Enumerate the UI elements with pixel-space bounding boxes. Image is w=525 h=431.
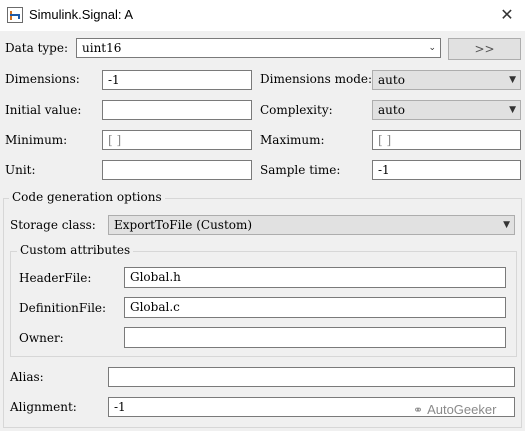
dropdown-arrow-icon: ▼ xyxy=(509,105,516,115)
dimensions-mode-label: Dimensions mode: xyxy=(260,72,373,86)
data-type-label: Data type: xyxy=(5,41,68,55)
minimum-label: Minimum: xyxy=(5,133,68,147)
alias-label: Alias: xyxy=(10,370,44,384)
window-title: Simulink.Signal: A xyxy=(29,7,134,22)
complexity-label: Complexity: xyxy=(260,103,333,117)
unit-label: Unit: xyxy=(5,163,36,177)
watermark-text: AutoGeeker xyxy=(427,402,497,417)
data-type-combobox[interactable]: uint16 ⌄ xyxy=(76,38,441,58)
alignment-label: Alignment: xyxy=(10,400,77,414)
initial-value-field[interactable] xyxy=(102,100,252,120)
unit-field[interactable] xyxy=(102,160,252,180)
owner-field[interactable] xyxy=(124,327,506,348)
simulink-icon xyxy=(7,7,23,23)
sample-time-field[interactable]: -1 xyxy=(372,160,521,180)
custom-attributes-title: Custom attributes xyxy=(17,243,134,257)
alias-field[interactable] xyxy=(108,367,515,387)
minimum-field[interactable]: [ ] xyxy=(102,130,252,150)
chevron-down-icon[interactable]: ⌄ xyxy=(428,39,436,57)
dimensions-field[interactable]: -1 xyxy=(102,70,252,90)
dropdown-arrow-icon: ▼ xyxy=(503,220,510,230)
storage-class-dropdown[interactable]: ExportToFile (Custom) ▼ xyxy=(108,215,515,235)
maximum-label: Maximum: xyxy=(260,133,325,147)
dimensions-label: Dimensions: xyxy=(5,72,80,86)
maximum-field[interactable]: [ ] xyxy=(372,130,521,150)
sample-time-label: Sample time: xyxy=(260,163,341,177)
close-icon[interactable]: ✕ xyxy=(494,3,520,27)
data-type-assistant-button[interactable]: >> xyxy=(448,38,521,60)
storage-class-value: ExportToFile (Custom) xyxy=(114,218,253,232)
complexity-dropdown[interactable]: auto ▼ xyxy=(372,100,521,120)
title-bar: Simulink.Signal: A ✕ xyxy=(0,0,525,31)
owner-label: Owner: xyxy=(19,331,64,345)
definition-file-field[interactable]: Global.c xyxy=(124,297,506,318)
dimensions-mode-value: auto xyxy=(378,73,405,87)
watermark: ⚭ AutoGeeker xyxy=(413,402,496,417)
definition-file-label: DefinitionFile: xyxy=(19,301,107,315)
data-type-value: uint16 xyxy=(82,41,122,55)
complexity-value: auto xyxy=(378,103,405,117)
header-file-label: HeaderFile: xyxy=(19,271,92,285)
wechat-icon: ⚭ xyxy=(413,403,424,417)
header-file-field[interactable]: Global.h xyxy=(124,267,506,288)
dimensions-mode-dropdown[interactable]: auto ▼ xyxy=(372,70,521,90)
storage-class-label: Storage class: xyxy=(10,218,96,232)
code-generation-title: Code generation options xyxy=(9,190,165,204)
dropdown-arrow-icon: ▼ xyxy=(509,75,516,85)
initial-value-label: Initial value: xyxy=(5,103,82,117)
